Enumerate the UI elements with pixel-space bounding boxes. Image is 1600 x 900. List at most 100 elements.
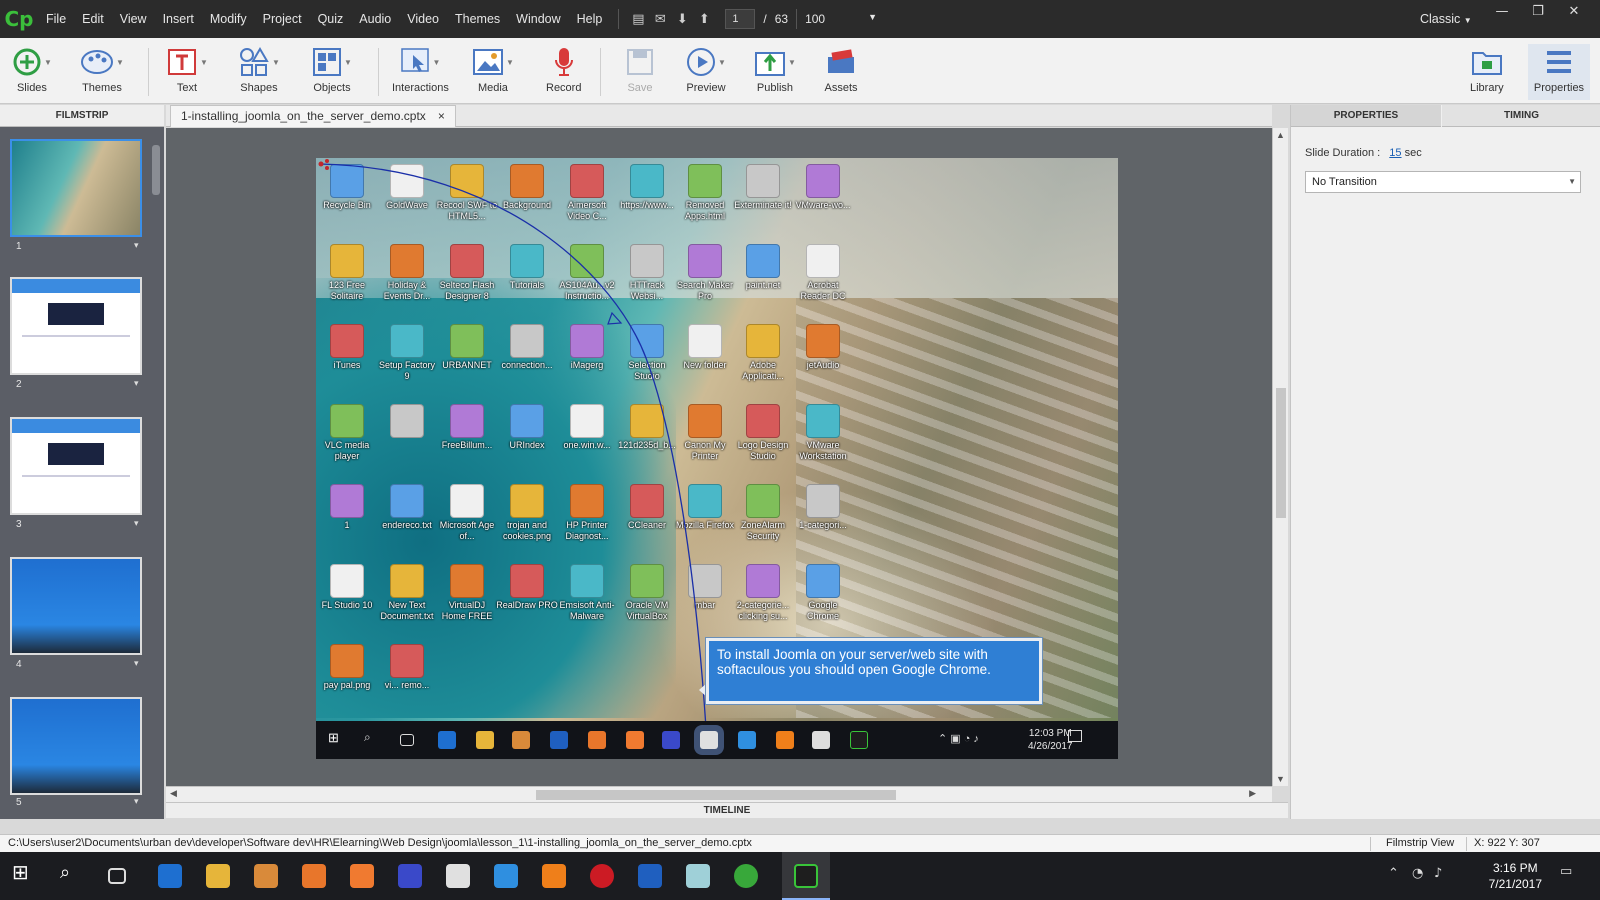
app-icon[interactable]: [686, 864, 710, 888]
pointer-hand-icon: [401, 48, 430, 72]
tab-properties[interactable]: PROPERTIES: [1291, 105, 1441, 127]
text-button[interactable]: ▼ Text: [166, 44, 208, 100]
volume-icon[interactable]: ♪: [1434, 866, 1442, 881]
scroll-left-icon[interactable]: ◀: [170, 788, 177, 799]
menu-file[interactable]: File: [38, 0, 74, 38]
arrow-down-icon[interactable]: ⬇: [671, 12, 693, 27]
library-button[interactable]: Library: [1470, 44, 1504, 100]
notification-center-icon[interactable]: ▭: [1560, 864, 1572, 879]
menu-window[interactable]: Window: [508, 0, 568, 38]
assets-button[interactable]: Assets: [824, 44, 858, 100]
menu-themes[interactable]: Themes: [447, 0, 508, 38]
opera-icon[interactable]: [590, 864, 614, 888]
slide-number: 5: [16, 797, 22, 808]
app-icon[interactable]: [398, 864, 422, 888]
scroll-up-icon[interactable]: ▲: [1273, 130, 1288, 140]
slide-thumbnail[interactable]: [10, 697, 142, 795]
taskbar-time: 3:16 PM: [1492, 861, 1538, 875]
maximize-icon[interactable]: ❐: [1520, 0, 1556, 24]
slide-duration-value[interactable]: 15: [1389, 147, 1401, 159]
interactions-button[interactable]: ▼ Interactions: [392, 44, 449, 100]
transition-select[interactable]: No Transition ▼: [1305, 171, 1581, 193]
themes-button[interactable]: ▼ Themes: [80, 44, 124, 100]
close-tab-icon[interactable]: ×: [438, 106, 445, 127]
objects-icon: [313, 48, 341, 76]
filmstrip-scrollbar[interactable]: [152, 145, 160, 195]
windows-start-icon[interactable]: ⊞: [12, 860, 36, 884]
outlook-icon[interactable]: [638, 864, 662, 888]
show-hidden-icons-icon[interactable]: ⌃: [1388, 866, 1399, 881]
menu-audio[interactable]: Audio: [351, 0, 399, 38]
windows-start-icon: ⊞: [328, 730, 339, 745]
slide-thumbnail[interactable]: [10, 139, 142, 237]
minimize-icon[interactable]: —: [1484, 0, 1520, 24]
wifi-icon[interactable]: ◔: [1412, 866, 1423, 881]
vertical-scrollbar[interactable]: ▲ ▼: [1272, 128, 1288, 786]
edge-icon: [438, 731, 456, 749]
menu-edit[interactable]: Edit: [74, 0, 112, 38]
flag-icon: ▾: [134, 379, 139, 389]
scroll-down-icon[interactable]: ▼: [1273, 774, 1288, 784]
text-caption[interactable]: To install Joomla on your server/web sit…: [706, 638, 1042, 704]
workspace-mode-label: Classic: [1420, 12, 1461, 26]
scroll-right-icon[interactable]: ▶: [1249, 788, 1256, 799]
microphone-icon: [554, 48, 573, 76]
comment-icon[interactable]: ▤: [627, 12, 649, 27]
utorrent-icon[interactable]: [734, 864, 758, 888]
menu-project[interactable]: Project: [255, 0, 310, 38]
slide-number: 1: [16, 241, 22, 252]
scroll-thumb[interactable]: [1276, 388, 1286, 518]
slide-thumbnail[interactable]: [10, 417, 142, 515]
properties-button[interactable]: Properties: [1528, 44, 1590, 100]
file-path: C:\Users\user2\Documents\urban dev\devel…: [8, 837, 752, 849]
task-view-icon[interactable]: [108, 868, 126, 884]
mail-icon[interactable]: ✉: [649, 12, 671, 27]
record-button[interactable]: Record: [546, 44, 581, 100]
slide-stage[interactable]: Recycle Bin GoldWave Recool SWF to HTML5..…: [316, 158, 1118, 759]
menu-insert[interactable]: Insert: [155, 0, 202, 38]
chrome-icon[interactable]: [446, 864, 470, 888]
zoom-select[interactable]: 100 ▼: [805, 12, 877, 26]
publish-button[interactable]: ▼ Publish: [754, 44, 796, 100]
zoom-value: 100: [805, 12, 826, 26]
edge-icon[interactable]: [158, 864, 182, 888]
media-player-icon[interactable]: [254, 864, 278, 888]
file-explorer-icon[interactable]: [206, 864, 230, 888]
slide-duration-unit: sec: [1404, 147, 1422, 159]
vlc-icon[interactable]: [542, 864, 566, 888]
scroll-thumb[interactable]: [536, 790, 896, 800]
search-icon: ⌕: [364, 730, 371, 744]
objects-button[interactable]: ▼ Objects: [312, 44, 352, 100]
firefox-icon[interactable]: [302, 864, 326, 888]
menu-view[interactable]: View: [112, 0, 155, 38]
slide-thumbnail[interactable]: [10, 557, 142, 655]
search-icon[interactable]: ⌕: [60, 862, 84, 886]
app-icon[interactable]: [350, 864, 374, 888]
menu-help[interactable]: Help: [569, 0, 611, 38]
media-button[interactable]: ▼ Media: [472, 44, 514, 100]
taskbar-clock[interactable]: 3:16 PM 7/21/2017: [1489, 860, 1542, 892]
flag-icon: ▾: [134, 241, 139, 251]
preview-button[interactable]: ▼ Preview: [686, 44, 726, 100]
timeline-panel-header[interactable]: TIMELINE: [166, 802, 1288, 818]
play-icon: [687, 48, 715, 76]
shapes-button[interactable]: ▼ Shapes: [238, 44, 280, 100]
menu-video[interactable]: Video: [399, 0, 447, 38]
slide-thumbnail[interactable]: [10, 277, 142, 375]
captivate-icon[interactable]: [794, 864, 818, 888]
workspace-mode-select[interactable]: Classic ▼: [1420, 0, 1472, 40]
menu-quiz[interactable]: Quiz: [310, 0, 352, 38]
horizontal-scrollbar[interactable]: ◀ ▶: [166, 786, 1272, 802]
slides-button[interactable]: ▼ Slides: [12, 44, 52, 100]
document-tab[interactable]: 1-installing_joomla_on_the_server_demo.c…: [170, 105, 456, 127]
close-icon[interactable]: ✕: [1556, 0, 1592, 24]
slide-number-input[interactable]: [725, 9, 756, 29]
app-logo: Cp: [4, 7, 34, 31]
outlook-icon: [550, 731, 568, 749]
document-tab-bar: 1-installing_joomla_on_the_server_demo.c…: [166, 105, 1272, 127]
internet-explorer-icon[interactable]: [494, 864, 518, 888]
menu-modify[interactable]: Modify: [202, 0, 255, 38]
arrow-up-icon[interactable]: ⬆: [693, 12, 715, 27]
tab-timing[interactable]: TIMING: [1442, 105, 1600, 127]
save-button[interactable]: Save: [626, 44, 654, 100]
